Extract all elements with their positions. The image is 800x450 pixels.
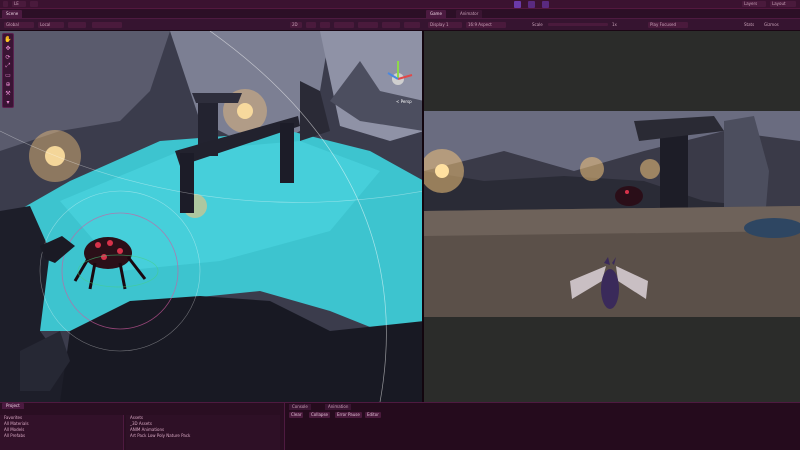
scene-gizmos-dropdown[interactable] bbox=[404, 22, 420, 28]
snap-settings-button[interactable] bbox=[92, 22, 122, 28]
bottom-dock: Project Favorites All Materials All Mode… bbox=[0, 402, 800, 450]
rect-tool-icon[interactable]: ▭ bbox=[3, 71, 13, 79]
layers-dropdown[interactable]: Layers bbox=[742, 1, 766, 7]
tab-project[interactable]: Project bbox=[2, 403, 24, 409]
collapse-button[interactable]: Collapse bbox=[309, 412, 330, 418]
pivot-label: Local bbox=[40, 22, 51, 27]
grid-snap-button[interactable] bbox=[68, 22, 86, 28]
scale-value: 1x bbox=[612, 22, 617, 27]
stats-toggle[interactable]: Stats bbox=[744, 22, 754, 28]
torch-left bbox=[45, 146, 65, 166]
audio-icon[interactable] bbox=[320, 22, 330, 28]
shading-dropdown[interactable]: Global bbox=[4, 22, 34, 28]
game-spider-enemy bbox=[615, 186, 643, 206]
view-options-icon[interactable]: ▾ bbox=[3, 98, 13, 106]
spider-spot bbox=[101, 254, 107, 260]
account-dropdown[interactable]: LE bbox=[12, 1, 26, 7]
spider-spot bbox=[117, 248, 123, 254]
project-assets-panel: Assets _3D Assets ANIM Animations Art Pa… bbox=[126, 415, 280, 450]
pivot-dropdown[interactable]: Local bbox=[38, 22, 64, 28]
layers-label: Layers bbox=[744, 1, 758, 6]
gizmos-toggle[interactable]: Gizmos bbox=[764, 22, 779, 28]
game-spider-spot bbox=[625, 190, 629, 194]
display-label: Display 1 bbox=[430, 22, 449, 27]
game-torch-glow-right bbox=[640, 159, 660, 179]
dock-tab-bar: Scene Game Animator bbox=[0, 9, 800, 19]
game-view[interactable] bbox=[424, 31, 800, 402]
lighting-icon[interactable] bbox=[306, 22, 316, 28]
move-tool-icon[interactable]: ✥ bbox=[3, 44, 13, 52]
scene-viewport[interactable]: < Persp bbox=[0, 31, 424, 402]
tab-game[interactable]: Game bbox=[426, 10, 446, 18]
aspect-label: 16:9 Aspect bbox=[468, 22, 492, 27]
view-mode-label: 2D bbox=[292, 22, 298, 27]
tab-console[interactable]: Console bbox=[289, 404, 311, 410]
spider-spot bbox=[107, 240, 113, 246]
layout-dropdown[interactable]: Layout bbox=[770, 1, 796, 7]
scene-view[interactable]: < Persp ✋ ✥ ⟳ ⤢ ▭ ⊕ ⚒ ▾ bbox=[0, 31, 424, 402]
custom-tool-icon[interactable]: ⚒ bbox=[3, 89, 13, 97]
console-panel: Console Animation Clear Collapse Error P… bbox=[284, 403, 800, 450]
clear-button[interactable]: Clear bbox=[289, 412, 304, 418]
bridge-post-right bbox=[280, 123, 294, 183]
bridge-post-left bbox=[180, 153, 194, 213]
play-mode-label: Play Focused bbox=[650, 22, 677, 27]
main-toolbar: LE Layers Layout bbox=[0, 0, 800, 9]
transform-tool-icon[interactable]: ⊕ bbox=[3, 80, 13, 88]
tab-game-label: Game bbox=[430, 11, 442, 16]
tab-animator-label: Animator bbox=[460, 11, 479, 16]
game-viewport[interactable] bbox=[424, 31, 800, 402]
rotate-tool-icon[interactable]: ⟳ bbox=[3, 53, 13, 61]
play-mode-dropdown[interactable]: Play Focused bbox=[648, 22, 688, 28]
pause-button[interactable] bbox=[528, 1, 535, 8]
hand-tool-icon[interactable]: ✋ bbox=[3, 35, 13, 43]
scale-slider[interactable] bbox=[548, 23, 608, 26]
torch-center bbox=[237, 103, 253, 119]
hidden-objects-icon[interactable] bbox=[358, 22, 378, 28]
error-pause-button[interactable]: Error Pause bbox=[335, 412, 362, 418]
game-torch-glow-center bbox=[580, 157, 604, 181]
letterbox-top bbox=[424, 31, 800, 111]
cloud-icon[interactable] bbox=[30, 1, 38, 7]
unity-logo-icon[interactable] bbox=[3, 1, 8, 7]
tab-project-label: Project bbox=[6, 403, 20, 408]
display-dropdown[interactable]: Display 1 bbox=[428, 22, 462, 28]
view-mode-toggle[interactable]: 2D bbox=[290, 22, 302, 28]
spider-spot bbox=[95, 242, 101, 248]
step-button[interactable] bbox=[542, 1, 549, 8]
letterbox-bottom bbox=[424, 317, 800, 402]
project-favorites-panel: Favorites All Materials All Models All P… bbox=[0, 415, 124, 450]
scene-camera-icon[interactable] bbox=[382, 22, 400, 28]
play-button[interactable] bbox=[514, 1, 521, 8]
persp-label: < Persp bbox=[396, 99, 412, 104]
layout-label: Layout bbox=[772, 1, 786, 6]
list-item[interactable]: All Prefabs bbox=[0, 433, 123, 439]
tab-animation[interactable]: Animation bbox=[325, 404, 352, 410]
editor-dropdown[interactable]: Editor bbox=[365, 412, 381, 418]
list-item[interactable]: Art Pack Low Poly Nature Pack bbox=[126, 433, 280, 439]
tab-scene[interactable]: Scene bbox=[2, 10, 23, 18]
effects-dropdown[interactable] bbox=[334, 22, 354, 28]
scene-tools-overlay: ✋ ✥ ⟳ ⤢ ▭ ⊕ ⚒ ▾ bbox=[2, 33, 14, 108]
view-toolbars: Global Local 2D Display 1 16:9 Aspect Sc… bbox=[0, 19, 800, 31]
scale-tool-icon[interactable]: ⤢ bbox=[3, 62, 13, 70]
tab-scene-label: Scene bbox=[6, 11, 19, 16]
pillar-cap bbox=[192, 93, 242, 103]
shading-label: Global bbox=[6, 22, 19, 27]
aspect-dropdown[interactable]: 16:9 Aspect bbox=[466, 22, 506, 28]
account-label: LE bbox=[14, 1, 19, 6]
tab-animator[interactable]: Animator bbox=[456, 10, 483, 18]
game-torch-left bbox=[435, 164, 449, 178]
scale-label: Scale bbox=[532, 22, 543, 27]
game-floor-near bbox=[424, 206, 800, 236]
